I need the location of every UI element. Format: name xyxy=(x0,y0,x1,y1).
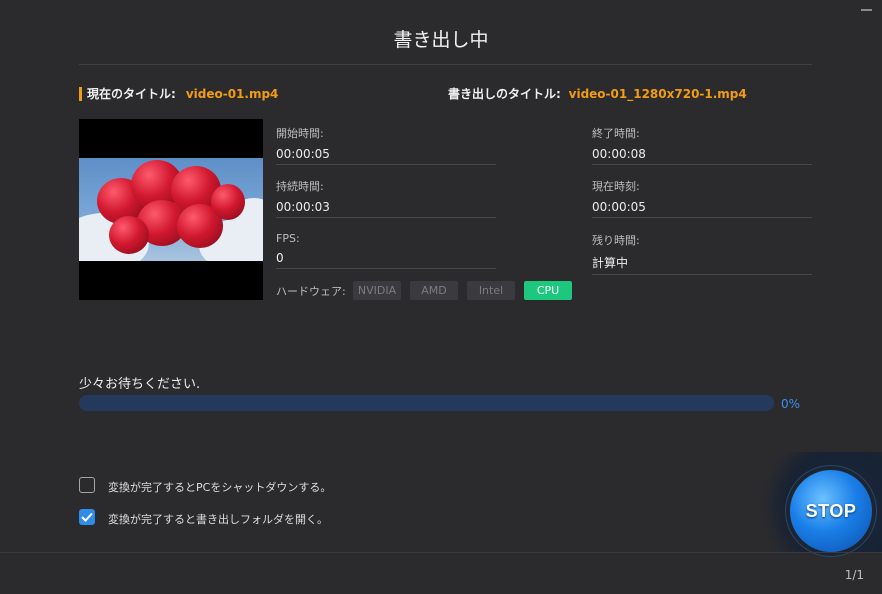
current-time-label: 現在時刻: xyxy=(592,180,640,193)
shutdown-checkbox[interactable] xyxy=(79,477,95,493)
thumbnail-image xyxy=(79,158,263,261)
hardware-amd-button[interactable]: AMD xyxy=(410,281,458,300)
footer-divider xyxy=(0,552,882,553)
fps-field: FPS: 0 xyxy=(276,232,496,269)
current-time-value: 00:00:05 xyxy=(592,200,812,218)
output-title-label: 書き出しのタイトル: xyxy=(448,87,561,101)
current-title-row: 現在のタイトル: video-01.mp4 xyxy=(79,85,278,102)
end-time-label: 終了時間: xyxy=(592,127,640,140)
start-time-label: 開始時間: xyxy=(276,127,324,140)
start-time-field: 開始時間: 00:00:05 xyxy=(276,125,496,165)
start-time-value: 00:00:05 xyxy=(276,147,496,165)
accent-bar xyxy=(79,86,82,101)
progress-bar xyxy=(79,395,774,411)
progress-percent: 0% xyxy=(781,397,801,411)
hardware-intel-button[interactable]: Intel xyxy=(467,281,515,300)
end-time-field: 終了時間: 00:00:08 xyxy=(592,125,812,165)
fps-value: 0 xyxy=(276,251,496,269)
open-folder-checkbox[interactable] xyxy=(79,509,95,525)
minimize-button[interactable] xyxy=(861,9,872,11)
hardware-label: ハードウェア: xyxy=(276,285,346,298)
output-title-row: 書き出しのタイトル: video-01_1280x720-1.mp4 xyxy=(448,85,747,102)
end-time-value: 00:00:08 xyxy=(592,147,812,165)
current-title-value: video-01.mp4 xyxy=(185,86,279,101)
current-title-label: 現在のタイトル: xyxy=(87,87,176,101)
remaining-time-field: 残り時間: 計算中 xyxy=(592,232,812,275)
fps-label: FPS: xyxy=(276,232,300,245)
shutdown-option-label: 変換が完了するとPCをシャットダウンする。 xyxy=(108,481,332,494)
remaining-time-label: 残り時間: xyxy=(592,234,640,247)
stop-button[interactable]: STOP xyxy=(790,470,872,552)
dialog-title: 書き出し中 xyxy=(393,29,489,51)
video-thumbnail xyxy=(79,119,263,300)
page-indicator: 1/1 xyxy=(844,568,864,582)
current-time-field: 現在時刻: 00:00:05 xyxy=(592,178,812,218)
checkmark-icon xyxy=(81,512,93,522)
remaining-time-value: 計算中 xyxy=(592,254,812,275)
title-divider xyxy=(79,64,812,65)
progress-message: 少々お待ちください. xyxy=(79,377,201,392)
duration-label: 持続時間: xyxy=(276,180,324,193)
output-title-value: video-01_1280x720-1.mp4 xyxy=(568,87,747,101)
open-folder-option-label: 変換が完了すると書き出しフォルダを開く。 xyxy=(108,513,328,526)
hardware-nvidia-button[interactable]: NVIDIA xyxy=(353,281,401,300)
duration-value: 00:00:03 xyxy=(276,200,496,218)
duration-field: 持続時間: 00:00:03 xyxy=(276,178,496,218)
hardware-cpu-button[interactable]: CPU xyxy=(524,281,572,300)
